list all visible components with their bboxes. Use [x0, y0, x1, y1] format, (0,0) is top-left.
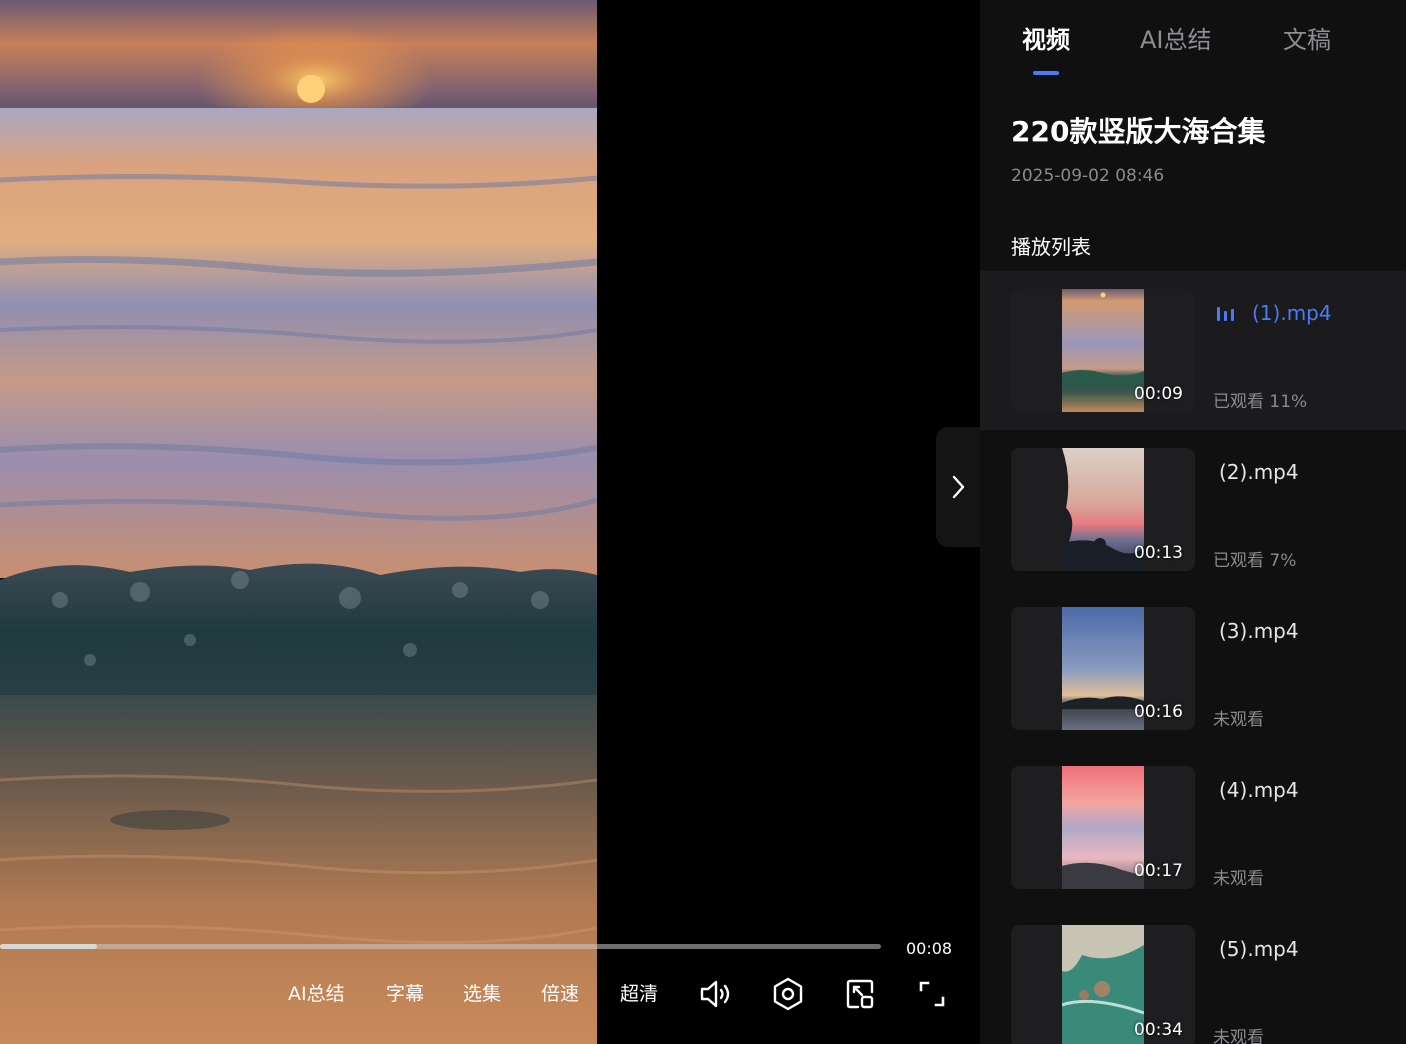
side-panel: 视频 AI总结 文稿 220款竖版大海合集 2025-09-02 08:46 播…: [980, 0, 1406, 1044]
playlist-item[interactable]: 00:34 (5).mp4 未观看: [980, 907, 1406, 1044]
item-status: 未观看: [1213, 869, 1264, 889]
tab-ai-summary[interactable]: AI总结: [1140, 20, 1212, 55]
thumbnail-duration: 00:16: [1134, 702, 1183, 722]
video-frame[interactable]: [0, 0, 597, 1044]
subtitles-button[interactable]: 字幕: [386, 980, 424, 1008]
playlist-item[interactable]: 00:17 (4).mp4 未观看: [980, 748, 1406, 907]
chevron-right-icon: [952, 475, 965, 499]
playlist-heading: 播放列表: [1011, 235, 1091, 259]
thumbnail-image: [1062, 607, 1144, 730]
quality-button[interactable]: 超清: [620, 980, 658, 1008]
tab-transcript[interactable]: 文稿: [1283, 20, 1331, 55]
playlist-item[interactable]: 00:16 (3).mp4 未观看: [980, 589, 1406, 748]
thumbnail-image: [1062, 289, 1144, 412]
item-status: 已观看 11%: [1213, 392, 1308, 412]
thumbnail-duration: 00:34: [1134, 1020, 1183, 1040]
progress-fill: [0, 944, 97, 949]
thumbnail-duration: 00:17: [1134, 861, 1183, 881]
picture-in-picture-icon: [846, 979, 874, 1009]
picture-in-picture-button[interactable]: [840, 974, 880, 1014]
item-name: (4).mp4: [1219, 778, 1299, 802]
episodes-button[interactable]: 选集: [463, 980, 501, 1008]
fullscreen-icon: [919, 981, 945, 1007]
item-status: 未观看: [1213, 710, 1264, 730]
thumbnail-image: [1062, 766, 1144, 889]
settings-button[interactable]: [768, 974, 808, 1014]
item-name: (5).mp4: [1219, 937, 1299, 961]
video-title: 220款竖版大海合集: [1011, 115, 1266, 148]
video-sunset-sea-image: [0, 0, 597, 1044]
video-date: 2025-09-02 08:46: [1011, 166, 1165, 186]
item-name: (1).mp4: [1252, 301, 1332, 325]
thumbnail-duration: 00:09: [1134, 384, 1183, 404]
playlist-item[interactable]: 00:13 (2).mp4 已观看 7%: [980, 430, 1406, 589]
item-name: (3).mp4: [1219, 619, 1299, 643]
tab-video[interactable]: 视频: [1022, 20, 1070, 55]
thumbnail: 00:34: [1011, 925, 1195, 1044]
playlist-item[interactable]: 00:09 (1).mp4 已观看 11%: [980, 271, 1406, 430]
thumbnail: 00:17: [1011, 766, 1195, 889]
active-tab-indicator: [1033, 71, 1059, 75]
item-status: 未观看: [1213, 1028, 1264, 1044]
thumbnail-image: [1062, 448, 1144, 571]
collapse-panel-button[interactable]: [936, 427, 980, 547]
volume-icon: [700, 980, 730, 1008]
volume-button[interactable]: [696, 974, 736, 1014]
thumbnail-duration: 00:13: [1134, 543, 1183, 563]
now-playing-icon: [1217, 307, 1234, 321]
item-status: 已观看 7%: [1213, 551, 1297, 571]
thumbnail: 00:13: [1011, 448, 1195, 571]
fullscreen-button[interactable]: [912, 974, 952, 1014]
video-player[interactable]: 00:08 AI总结 字幕 选集 倍速 超清: [0, 0, 980, 1044]
thumbnail: 00:09: [1011, 289, 1195, 412]
ai-summary-button[interactable]: AI总结: [288, 980, 345, 1008]
thumbnail-image: [1062, 925, 1144, 1044]
time-display: 00:08: [906, 939, 953, 958]
thumbnail: 00:16: [1011, 607, 1195, 730]
settings-icon: [773, 977, 803, 1011]
progress-bar[interactable]: [0, 944, 881, 949]
speed-button[interactable]: 倍速: [541, 980, 579, 1008]
item-name: (2).mp4: [1219, 460, 1299, 484]
